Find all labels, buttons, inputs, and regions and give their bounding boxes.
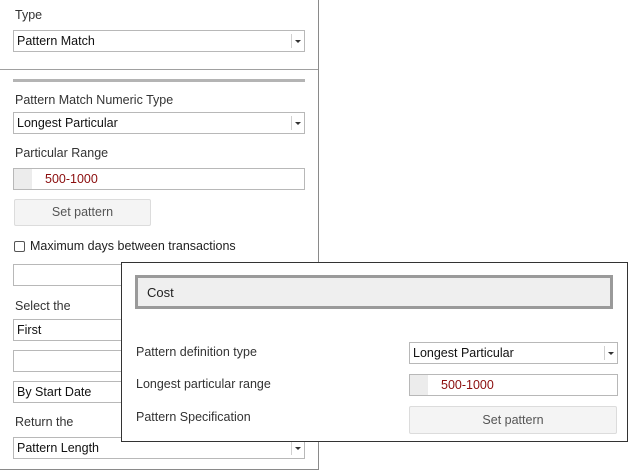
type-label: Type	[15, 8, 43, 22]
type-dropdown[interactable]: Pattern Match	[13, 30, 305, 52]
section-divider	[0, 69, 318, 70]
numeric-type-dropdown-value: Longest Particular	[17, 116, 118, 130]
pattern-spec-label: Pattern Specification	[136, 410, 251, 424]
chevron-down-icon	[291, 441, 302, 455]
numeric-type-dropdown[interactable]: Longest Particular	[13, 112, 305, 134]
return-the-label: Return the	[15, 415, 74, 429]
chevron-down-icon	[291, 116, 302, 130]
longest-range-value: 500-1000	[441, 378, 494, 392]
numeric-type-label: Pattern Match Numeric Type	[15, 93, 174, 107]
max-days-checkbox[interactable]	[14, 241, 25, 252]
particular-range-field[interactable]: 500-1000	[13, 168, 305, 190]
particular-range-label: Particular Range	[15, 146, 109, 160]
select-the-label: Select the	[15, 299, 71, 313]
definition-type-dropdown-value: Longest Particular	[413, 346, 514, 360]
set-pattern-button[interactable]: Set pattern	[14, 199, 151, 226]
definition-type-dropdown[interactable]: Longest Particular	[409, 342, 618, 364]
section-separator	[13, 79, 305, 82]
return-the-dropdown-value: Pattern Length	[17, 441, 100, 455]
type-dropdown-value: Pattern Match	[17, 34, 95, 48]
range-swatch	[410, 375, 428, 395]
cost-header: Cost	[135, 275, 613, 309]
range-swatch	[14, 169, 32, 189]
overlay-set-pattern-button[interactable]: Set pattern	[409, 406, 617, 434]
longest-range-field[interactable]: 500-1000	[409, 374, 618, 396]
longest-range-label: Longest particular range	[136, 377, 271, 391]
chevron-down-icon	[604, 346, 615, 360]
date-basis-dropdown-value: By Start Date	[17, 385, 92, 399]
definition-type-label: Pattern definition type	[136, 345, 257, 359]
chevron-down-icon	[291, 34, 302, 48]
cost-header-text: Cost	[147, 285, 174, 300]
cost-popup: Cost Pattern definition type Longest Par…	[121, 262, 628, 442]
particular-range-value: 500-1000	[45, 172, 98, 186]
max-days-label: Maximum days between transactions	[30, 239, 236, 253]
select-the-dropdown-value: First	[17, 323, 42, 337]
